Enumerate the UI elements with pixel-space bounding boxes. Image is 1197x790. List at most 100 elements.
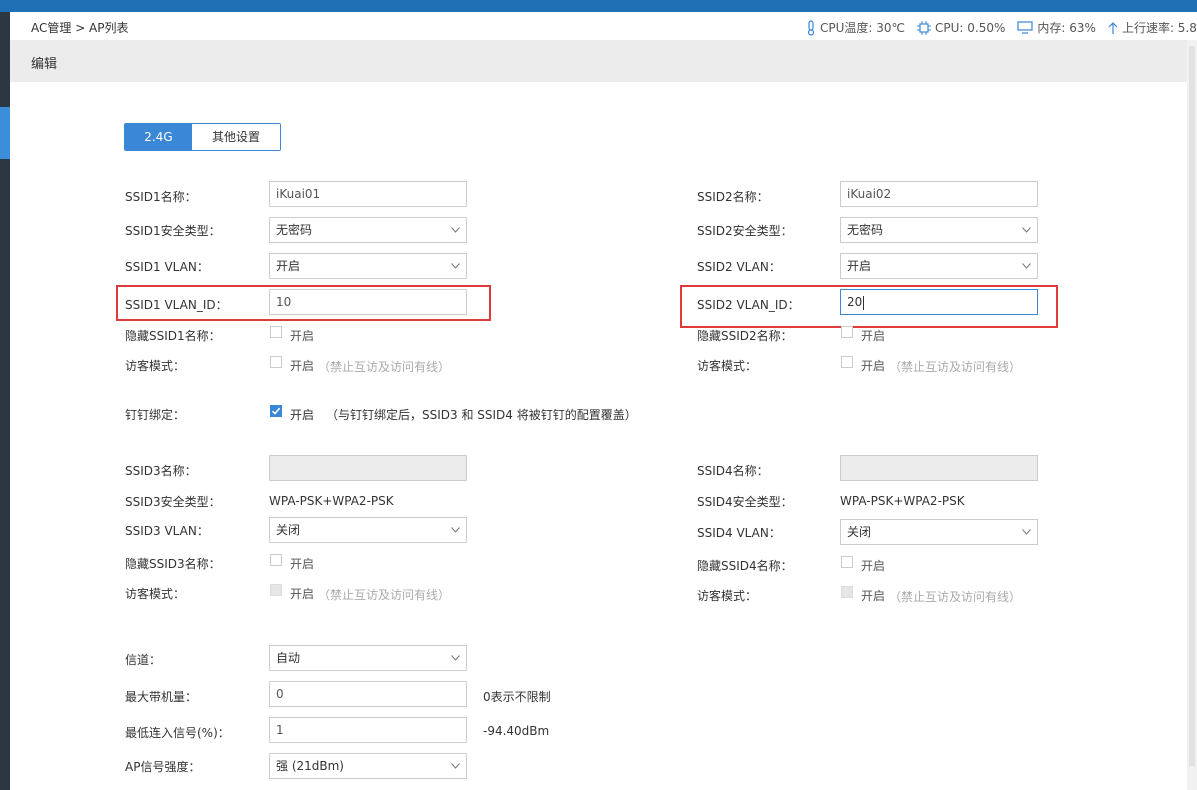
ssid2-hide-label: 隐藏SSID2名称： (697, 329, 793, 343)
ssid2-vlanid-input[interactable]: 20 (840, 289, 1038, 315)
ssid2-name-label: SSID2名称： (697, 190, 769, 204)
ssid4-guest-hint: （禁止互访及访问有线） (889, 590, 1022, 604)
ssid4-hide-label: 隐藏SSID4名称： (697, 559, 793, 573)
ssid3-hide-label: 隐藏SSID3名称： (125, 557, 221, 571)
ssid1-security-select[interactable]: 无密码 (269, 217, 467, 243)
channel-label: 信道： (125, 653, 162, 667)
ssid1-hide-text: 开启 (290, 329, 315, 343)
arrow-up-icon (1108, 21, 1118, 34)
ssid1-guest-text: 开启 (290, 359, 315, 373)
ssid4-security-label: SSID4安全类型： (697, 495, 793, 509)
ssid3-guest-label: 访客模式： (125, 587, 186, 601)
chevron-down-icon (451, 227, 460, 233)
cpu-usage-status: CPU: 0.50% (917, 20, 1006, 35)
ssid1-vlan-select[interactable]: 开启 (269, 253, 467, 279)
dingtalk-checkbox[interactable] (270, 405, 282, 417)
memory-status: 内存: 63% (1017, 19, 1096, 36)
ssid4-guest-text: 开启 (861, 589, 886, 603)
chip-icon (917, 20, 932, 35)
chevron-down-icon (1022, 529, 1031, 535)
ssid4-guest-label: 访客模式： (697, 589, 758, 603)
memory-text: 内存: 63% (1037, 21, 1096, 35)
ssid4-guest-checkbox[interactable] (841, 586, 853, 598)
ssid2-vlan-select[interactable]: 开启 (840, 253, 1038, 279)
ssid2-name-input[interactable] (840, 181, 1038, 207)
ssid1-security-value: 无密码 (276, 223, 313, 237)
ssid1-guest-checkbox[interactable] (270, 356, 282, 368)
scrollbar-thumb[interactable] (1189, 46, 1195, 766)
tx-power-label: AP信号强度： (125, 760, 201, 774)
ssid3-vlan-value: 关闭 (276, 523, 301, 537)
dingtalk-label: 钉钉绑定： (125, 408, 186, 422)
ssid1-hide-checkbox[interactable] (270, 326, 282, 338)
ssid4-vlan-label: SSID4 VLAN： (697, 526, 781, 540)
ssid3-guest-hint: （禁止互访及访问有线） (318, 588, 451, 602)
ssid3-vlan-select[interactable]: 关闭 (269, 517, 467, 543)
upload-status: 上行速率: 5.85 (1108, 19, 1197, 36)
ssid1-guest-hint: （禁止互访及访问有线） (318, 360, 451, 374)
ssid3-guest-checkbox[interactable] (270, 584, 282, 596)
breadcrumb: AC管理 > AP列表 (31, 21, 129, 35)
ssid2-guest-text: 开启 (861, 359, 886, 373)
ssid4-vlan-select[interactable]: 关闭 (840, 519, 1038, 545)
ssid1-vlan-value: 开启 (276, 259, 301, 273)
chevron-down-icon (451, 655, 460, 661)
text-caret (863, 295, 865, 310)
ssid2-guest-label: 访客模式： (697, 359, 758, 373)
chevron-down-icon (451, 527, 460, 533)
max-clients-label: 最大带机量： (125, 690, 198, 704)
ssid1-name-label: SSID1名称： (125, 190, 197, 204)
ssid2-vlanid-value: 20 (847, 295, 863, 309)
system-status: CPU温度: 30℃ CPU: 0.50% 内存: 63% 上行速率: 5.85 (806, 19, 1197, 36)
ssid2-guest-hint: （禁止互访及访问有线） (889, 360, 1022, 374)
ssid4-hide-checkbox[interactable] (841, 556, 853, 568)
ssid1-hide-label: 隐藏SSID1名称： (125, 329, 221, 343)
ssid2-vlanid-label: SSID2 VLAN_ID： (697, 298, 800, 312)
header: AC管理 > AP列表 CPU温度: 30℃ CPU: 0.50% 内存: 63… (10, 12, 1197, 40)
ssid1-name-input[interactable] (269, 181, 467, 207)
ssid3-hide-checkbox[interactable] (270, 554, 282, 566)
dingtalk-text: 开启 (290, 408, 315, 422)
monitor-icon (1017, 21, 1034, 34)
ssid2-guest-checkbox[interactable] (841, 356, 853, 368)
channel-select[interactable]: 自动 (269, 645, 467, 671)
max-clients-hint: 0表示不限制 (483, 690, 551, 704)
tx-power-select[interactable]: 强 (21dBm) (269, 753, 467, 779)
upload-text: 上行速率: 5.85 (1121, 21, 1197, 35)
ssid4-security-value: WPA-PSK+WPA2-PSK (840, 494, 965, 508)
ssid3-hide-text: 开启 (290, 557, 315, 571)
ssid2-hide-checkbox[interactable] (841, 326, 853, 338)
band-tabs: 2.4G 其他设置 (124, 123, 281, 151)
ssid4-name-input[interactable] (840, 455, 1038, 481)
ssid3-vlan-label: SSID3 VLAN： (125, 524, 209, 538)
ssid1-vlanid-input[interactable] (269, 289, 467, 315)
max-clients-input[interactable] (269, 681, 467, 707)
ssid1-guest-label: 访客模式： (125, 359, 186, 373)
dingtalk-note: （与钉钉绑定后，SSID3 和 SSID4 将被钉钉的配置覆盖） (326, 408, 637, 422)
ssid3-name-input[interactable] (269, 455, 467, 481)
scrollbar[interactable] (1187, 40, 1197, 790)
min-signal-input[interactable] (269, 717, 467, 743)
chevron-down-icon (451, 763, 460, 769)
sidebar-active-marker[interactable] (0, 107, 10, 159)
ssid4-name-label: SSID4名称： (697, 464, 769, 478)
chevron-down-icon (451, 263, 460, 269)
ssid2-vlan-label: SSID2 VLAN： (697, 260, 781, 274)
ssid1-vlan-label: SSID1 VLAN： (125, 260, 209, 274)
tx-power-value: 强 (21dBm) (276, 759, 344, 773)
check-icon (271, 407, 281, 415)
chevron-down-icon (1022, 263, 1031, 269)
ssid3-name-label: SSID3名称： (125, 464, 197, 478)
page-title: 编辑 (31, 57, 58, 72)
chevron-down-icon (1022, 227, 1031, 233)
page-title-bar: 编辑 (10, 40, 1187, 82)
ssid2-vlan-value: 开启 (847, 259, 872, 273)
ssid4-vlan-value: 关闭 (847, 525, 872, 539)
cpu-temp-text: CPU温度: 30℃ (820, 21, 906, 35)
channel-value: 自动 (276, 651, 301, 665)
ssid2-security-select[interactable]: 无密码 (840, 217, 1038, 243)
ssid3-security-value: WPA-PSK+WPA2-PSK (269, 494, 394, 508)
tab-other-settings[interactable]: 其他设置 (192, 124, 280, 150)
cpu-usage-text: CPU: 0.50% (935, 20, 1006, 35)
tab-2-4g[interactable]: 2.4G (125, 124, 192, 150)
